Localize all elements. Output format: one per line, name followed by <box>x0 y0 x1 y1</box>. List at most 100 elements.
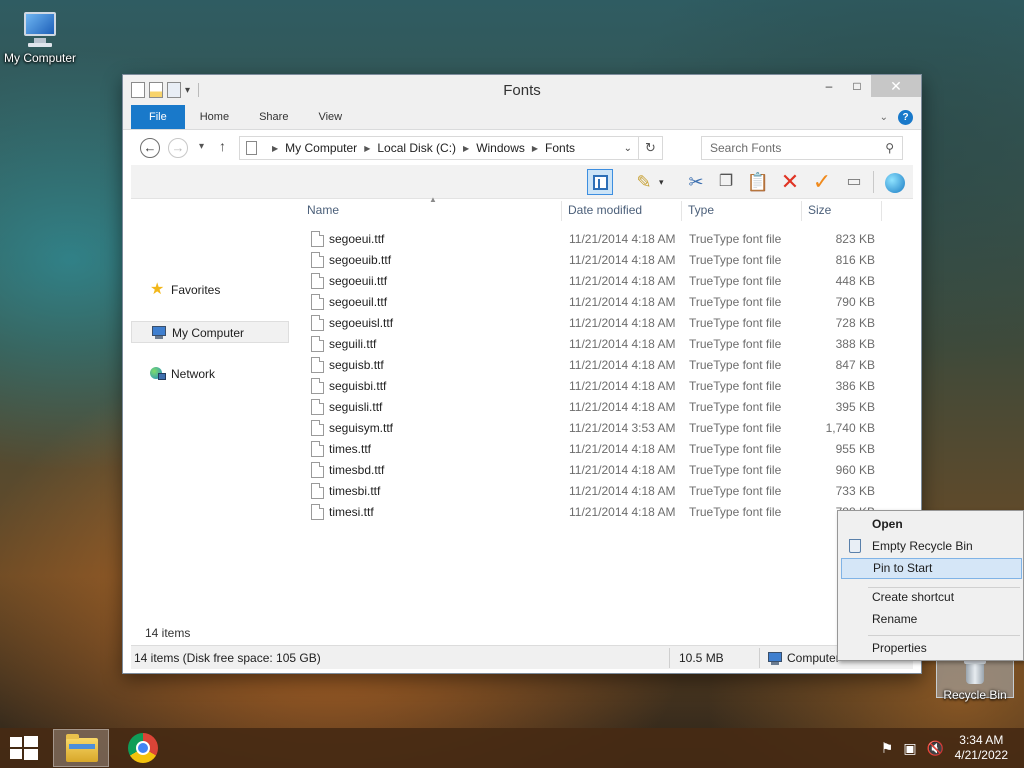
breadcrumb-fonts[interactable]: Fonts <box>545 141 575 155</box>
back-button[interactable]: ← <box>140 138 160 158</box>
sort-arrow-icon: ▲ <box>429 195 437 204</box>
file-row[interactable]: times.ttf 11/21/2014 4:18 AM TrueType font… <box>297 439 907 460</box>
clock-time: 3:34 AM <box>959 733 1004 747</box>
breadcrumb-local-disk[interactable]: Local Disk (C:) <box>377 141 456 155</box>
column-header-date[interactable]: Date modified <box>568 203 642 217</box>
file-row[interactable]: segoeuii.ttf 11/21/2014 4:18 AM TrueType f… <box>297 271 907 292</box>
nav-item-my-computer[interactable]: My Computer <box>131 321 289 343</box>
file-row[interactable]: timesi.ttf 11/21/2014 4:18 AM TrueType fon… <box>297 502 907 523</box>
maximize-button[interactable]: □ <box>843 75 871 97</box>
menu-item-create-shortcut[interactable]: Create shortcut <box>841 587 1022 608</box>
expand-ribbon-icon[interactable]: ⌄ <box>880 112 888 123</box>
file-row[interactable]: segoeui.ttf 11/21/2014 4:18 AM TrueType fo… <box>297 229 907 250</box>
column-divider[interactable] <box>561 201 562 221</box>
file-date: 11/21/2014 4:18 AM <box>569 337 676 351</box>
file-icon <box>311 462 324 478</box>
column-header-name[interactable]: Name <box>307 203 339 217</box>
tab-view[interactable]: View <box>303 105 357 129</box>
delete-icon[interactable]: ✕ <box>777 169 803 195</box>
address-dropdown-icon[interactable]: ⌄ <box>624 143 632 154</box>
file-row[interactable]: segoeuil.ttf 11/21/2014 4:18 AM TrueType f… <box>297 292 907 313</box>
flag-icon[interactable]: ⚑ <box>881 740 894 757</box>
file-date: 11/21/2014 4:18 AM <box>569 379 676 393</box>
file-row[interactable]: timesbi.ttf 11/21/2014 4:18 AM TrueType fo… <box>297 481 907 502</box>
menu-item-rename[interactable]: Rename <box>841 609 1022 630</box>
tab-home[interactable]: Home <box>185 105 244 129</box>
file-row[interactable]: segoeuisl.ttf 11/21/2014 4:18 AM TrueType … <box>297 313 907 334</box>
clock[interactable]: 3:34 AM 4/21/2022 <box>955 733 1008 763</box>
globe-icon[interactable] <box>881 169 907 195</box>
file-row[interactable]: seguisb.ttf 11/21/2014 4:18 AM TrueType fo… <box>297 355 907 376</box>
breadcrumb-my-computer[interactable]: My Computer <box>285 141 357 155</box>
page-icon <box>246 141 257 155</box>
chevron-right-icon[interactable]: ▶ <box>364 144 370 153</box>
menu-item-empty-recycle-bin[interactable]: Empty Recycle Bin <box>841 536 1022 557</box>
start-button[interactable] <box>10 736 38 760</box>
search-icon[interactable]: ⚲ <box>885 137 894 159</box>
desktop-icon-my-computer[interactable]: My Computer <box>0 10 80 65</box>
file-date: 11/21/2014 4:18 AM <box>569 316 676 330</box>
network-icon[interactable]: ▣ <box>903 740 916 757</box>
close-button[interactable]: ✕ <box>871 75 921 97</box>
file-size: 728 KB <box>835 316 875 330</box>
nav-item-favorites[interactable]: ★ Favorites <box>131 279 289 301</box>
column-divider[interactable] <box>681 201 682 221</box>
file-name: segoeuib.ttf <box>329 253 392 267</box>
refresh-icon[interactable]: ↻ <box>638 137 662 159</box>
menu-item-pin-to-start[interactable]: Pin to Start <box>841 558 1022 579</box>
title-bar[interactable]: ▾ Fonts – □ ✕ <box>123 75 921 105</box>
column-divider[interactable] <box>801 201 802 221</box>
file-icon <box>311 273 324 289</box>
notepad-icon[interactable]: ✎ <box>631 169 657 195</box>
divider <box>669 648 670 668</box>
address-bar[interactable]: ▶ My Computer ▶ Local Disk (C:) ▶ Window… <box>239 136 663 160</box>
volume-muted-icon[interactable]: 🔇 <box>927 740 944 757</box>
computer-icon <box>151 326 167 339</box>
file-type: TrueType font file <box>689 316 782 330</box>
file-name: timesbd.ttf <box>329 463 385 477</box>
help-icon[interactable]: ? <box>898 109 913 125</box>
menu-item-open[interactable]: Open <box>841 514 1022 535</box>
chevron-down-icon[interactable]: ▾ <box>659 177 664 188</box>
divider <box>759 648 760 668</box>
file-icon <box>311 252 324 268</box>
divider <box>873 171 874 193</box>
file-icon <box>311 483 324 499</box>
up-arrow-icon[interactable]: ↑ <box>219 138 226 154</box>
recent-locations-icon[interactable]: ▾ <box>199 141 204 152</box>
recycle-bin-icon <box>962 657 988 685</box>
column-header-size[interactable]: Size <box>808 203 831 217</box>
properties-icon[interactable]: ▭ <box>841 169 867 195</box>
menu-item-properties[interactable]: Properties <box>841 638 1022 659</box>
column-divider[interactable] <box>881 201 882 221</box>
column-header-type[interactable]: Type <box>688 203 714 217</box>
file-icon <box>311 378 324 394</box>
taskbar-file-explorer[interactable] <box>53 729 109 767</box>
file-row[interactable]: seguisbi.ttf 11/21/2014 4:18 AM TrueType f… <box>297 376 907 397</box>
tab-file[interactable]: File <box>131 105 185 129</box>
chevron-right-icon[interactable]: ▶ <box>463 144 469 153</box>
tab-share[interactable]: Share <box>244 105 303 129</box>
forward-button[interactable]: → <box>168 138 188 158</box>
layout-pane-button[interactable] <box>587 169 613 195</box>
status-location: Computer <box>787 651 840 665</box>
file-row[interactable]: segoeuib.ttf 11/21/2014 4:18 AM TrueType f… <box>297 250 907 271</box>
command-toolbar: ✎ ▾ ✂ ❐ 📋 ✕ ✓ ▭ <box>131 165 913 199</box>
breadcrumb-windows[interactable]: Windows <box>476 141 525 155</box>
chevron-right-icon[interactable]: ▶ <box>532 144 538 153</box>
address-row: ← → ▾ ↑ ▶ My Computer ▶ Local Disk (C:) … <box>123 131 921 165</box>
minimize-button[interactable]: – <box>815 75 843 97</box>
nav-item-network[interactable]: Network <box>131 363 289 385</box>
taskbar-chrome[interactable] <box>115 729 171 767</box>
copy-icon[interactable]: ❐ <box>713 169 739 195</box>
checkmark-icon[interactable]: ✓ <box>809 169 835 195</box>
file-row[interactable]: seguili.ttf 11/21/2014 4:18 AM TrueType fo… <box>297 334 907 355</box>
file-date: 11/21/2014 4:18 AM <box>569 295 676 309</box>
cut-icon[interactable]: ✂ <box>683 169 709 195</box>
chevron-right-icon[interactable]: ▶ <box>272 144 278 153</box>
file-row[interactable]: seguisym.ttf 11/21/2014 3:53 AM TrueType f… <box>297 418 907 439</box>
file-row[interactable]: seguisli.ttf 11/21/2014 4:18 AM TrueType f… <box>297 397 907 418</box>
search-input[interactable]: Search Fonts ⚲ <box>701 136 903 160</box>
paste-icon[interactable]: 📋 <box>745 169 771 195</box>
file-row[interactable]: timesbd.ttf 11/21/2014 4:18 AM TrueType fo… <box>297 460 907 481</box>
